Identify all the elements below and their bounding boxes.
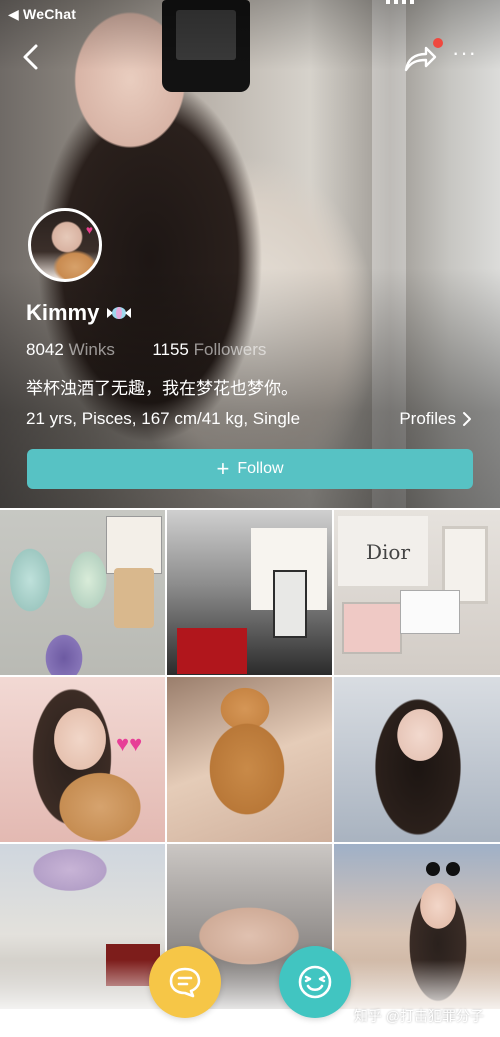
photo-perfume[interactable] [0, 510, 165, 675]
followers-label[interactable]: Followers [194, 340, 267, 359]
photo-portrait[interactable] [334, 677, 500, 842]
avatar[interactable]: ♥ [28, 208, 102, 282]
more-icon[interactable]: ··· [452, 42, 478, 68]
winks-count: 8042 [26, 340, 64, 359]
profiles-link[interactable]: Profiles [399, 409, 472, 429]
dior-box-label: Dior [338, 516, 428, 586]
wink-face-icon [298, 965, 332, 999]
followers-count[interactable]: 1155 [152, 340, 189, 359]
signal-icon [386, 0, 414, 4]
chat-button[interactable] [149, 946, 221, 1018]
chevron-right-icon [463, 412, 471, 426]
wink-button[interactable] [279, 946, 351, 1018]
follow-label: Follow [237, 460, 284, 477]
candy-badge-icon [107, 307, 131, 319]
profile-name: Kimmy [26, 300, 100, 325]
watermark: 知乎 @打击犯罪分子 [353, 1008, 484, 1024]
chat-bubble-icon [169, 967, 201, 998]
photo-cologne[interactable] [167, 510, 332, 675]
profiles-link-label: Profiles [399, 409, 456, 428]
plus-icon: + [216, 456, 230, 481]
notification-dot [433, 38, 443, 48]
photo-selfie-dog[interactable]: ♥♥ [0, 677, 165, 842]
photo-cosmetics[interactable]: Dior [334, 510, 500, 675]
photo-grid: Dior ♥♥ [0, 510, 500, 1009]
profile-stats: 8042 Winks 1155 Followers [26, 340, 266, 360]
winks-label: Winks [68, 340, 115, 359]
chevron-left-icon[interactable] [18, 42, 44, 72]
photo-puppy[interactable] [167, 677, 332, 842]
status-back-to-app[interactable]: ◀ WeChat [8, 6, 76, 23]
follow-button[interactable]: + Follow [27, 449, 473, 489]
share-icon[interactable] [402, 44, 438, 74]
profile-bio: 举杯浊酒了无趣，我在梦花也梦你。 [26, 379, 298, 398]
profile-details: 21 yrs, Pisces, 167 cm/41 kg, Single [26, 409, 301, 428]
